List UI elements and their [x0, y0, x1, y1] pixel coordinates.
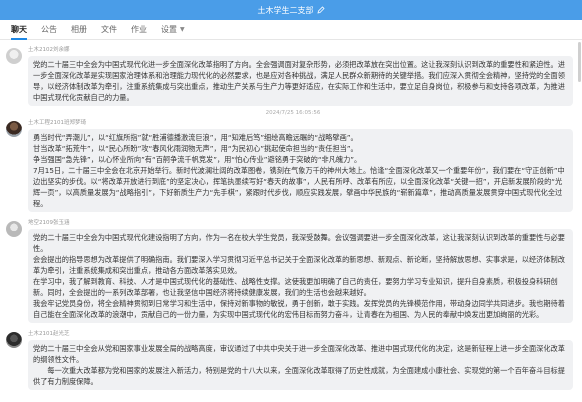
chat-message: 土木2102刘余娜 党的二十届三中全会为中国式现代化进一步全面深化改革指明了方向… [4, 46, 582, 106]
message-bubble: 党的二十届三中全会为中国式现代化建设指明了方向，作为一名在校大学生党员，我深受鼓… [28, 229, 573, 323]
sender-name: 土木2102刘余娜 [28, 47, 70, 53]
tab-files-label: 文件 [101, 24, 117, 34]
avatar[interactable] [6, 332, 22, 348]
sender-name: 土木2101赵光芝 [28, 331, 70, 337]
message-text: 党的二十届三中全会从党和国家事业发展全局的战略高度，审议通过了中共中央关于进一步… [33, 344, 565, 364]
sender-name: 地空2109张玉涵 [28, 220, 70, 226]
tab-homework[interactable]: 作业 [124, 20, 154, 40]
message-text: 每一次重大改革都为党和国家的发展注入新活力，特别是党的十八大以来，全面深化改革取… [33, 366, 565, 386]
tab-album-label: 相册 [71, 24, 87, 34]
tab-announcement[interactable]: 公告 [34, 20, 64, 40]
scrollbar[interactable] [578, 42, 581, 82]
avatar[interactable] [6, 48, 22, 64]
message-text: 我会牢记党员身份，将全会精神贯彻到日常学习和生活中，保持对新事物的敏锐，勇于创新… [33, 299, 565, 319]
tab-chat[interactable]: 聊天 [4, 20, 34, 40]
message-bubble: 党的二十届三中全会从党和国家事业发展全局的战略高度，审议通过了中共中央关于进一步… [28, 340, 573, 390]
message-text: 党的二十届三中全会为中国式现代化建设指明了方向，作为一名在校大学生党员，我深受鼓… [33, 233, 565, 253]
chat-message: 土木工程2101班郑梦琦 勇当时代“弄潮儿”，以“红旗所指”就“胜浦德播激流巨浪… [4, 119, 582, 212]
chat-message: 地空2109张玉涵 党的二十届三中全会为中国式现代化建设指明了方向，作为一名在校… [4, 219, 582, 323]
group-title: 土木学生二支部 [257, 5, 314, 15]
message-text: 会会提出的指导思想为改革提供了明确指南。我们要深入学习贯彻习近平总书记关于全面深… [33, 255, 565, 275]
message-text: 在学习中，我了解到教育、科技、人才是中国式现代化的基础性、战略性支撑。这使我更加… [33, 277, 558, 297]
tab-settings[interactable]: 设置 ▼ [154, 20, 192, 40]
pencil-icon[interactable] [316, 6, 325, 14]
tab-announcement-label: 公告 [41, 24, 57, 34]
tab-chat-label: 聊天 [11, 24, 27, 34]
chat-feed[interactable]: 土木2102刘余娜 党的二十届三中全会为中国式现代化进一步全面深化改革指明了方向… [0, 41, 582, 402]
message-text: 党的二十届三中全会为中国式现代化进一步全面深化改革指明了方向。全会强调面对复杂形… [33, 60, 565, 102]
avatar[interactable] [6, 221, 22, 237]
message-bubble: 党的二十届三中全会为中国式现代化进一步全面深化改革指明了方向。全会强调面对复杂形… [28, 56, 573, 106]
chevron-down-icon: ▼ [180, 25, 185, 33]
sender-name: 土木工程2101班郑梦琦 [28, 120, 86, 126]
message-bubble: 勇当时代“弄潮儿”，以“红旗所指”就“胜浦德播激流巨浪”，用“知难后笃”细绘高瞻… [28, 129, 573, 212]
tab-settings-label: 设置 [161, 24, 177, 34]
tab-files[interactable]: 文件 [94, 20, 124, 40]
chat-message: 土木2101赵光芝 党的二十届三中全会从党和国家事业发展全局的战略高度，审议通过… [4, 330, 582, 390]
tab-homework-label: 作业 [131, 24, 147, 34]
timestamp: 2024/7/25 16:05:56 [265, 110, 321, 116]
message-text: 勇当时代“弄潮儿”，以“红旗所指”就“胜浦德播激流巨浪”，用“知难后笃”细绘高瞻… [33, 133, 358, 142]
tab-album[interactable]: 相册 [64, 20, 94, 40]
avatar[interactable] [6, 121, 22, 137]
tab-bar: 聊天 公告 相册 文件 作业 设置 ▼ [0, 20, 582, 40]
message-text: 甘当改革“拓荒牛”，以“民心所盼”攻“春风化雨润物无声”，用“为民初心”挑起使命… [33, 144, 358, 153]
message-text: 争当强国“急先锋”，以心怀业所向”有“百舸争流千帆竞发”，用“怕心传业”避铭勇于… [33, 155, 362, 164]
window-title-bar: 土木学生二支部 [0, 0, 582, 20]
message-text: 7月15日，二十届三中全会在北京开始举行。新时代波澜壮阔的改革图卷，镌刻在气象万… [33, 166, 565, 208]
